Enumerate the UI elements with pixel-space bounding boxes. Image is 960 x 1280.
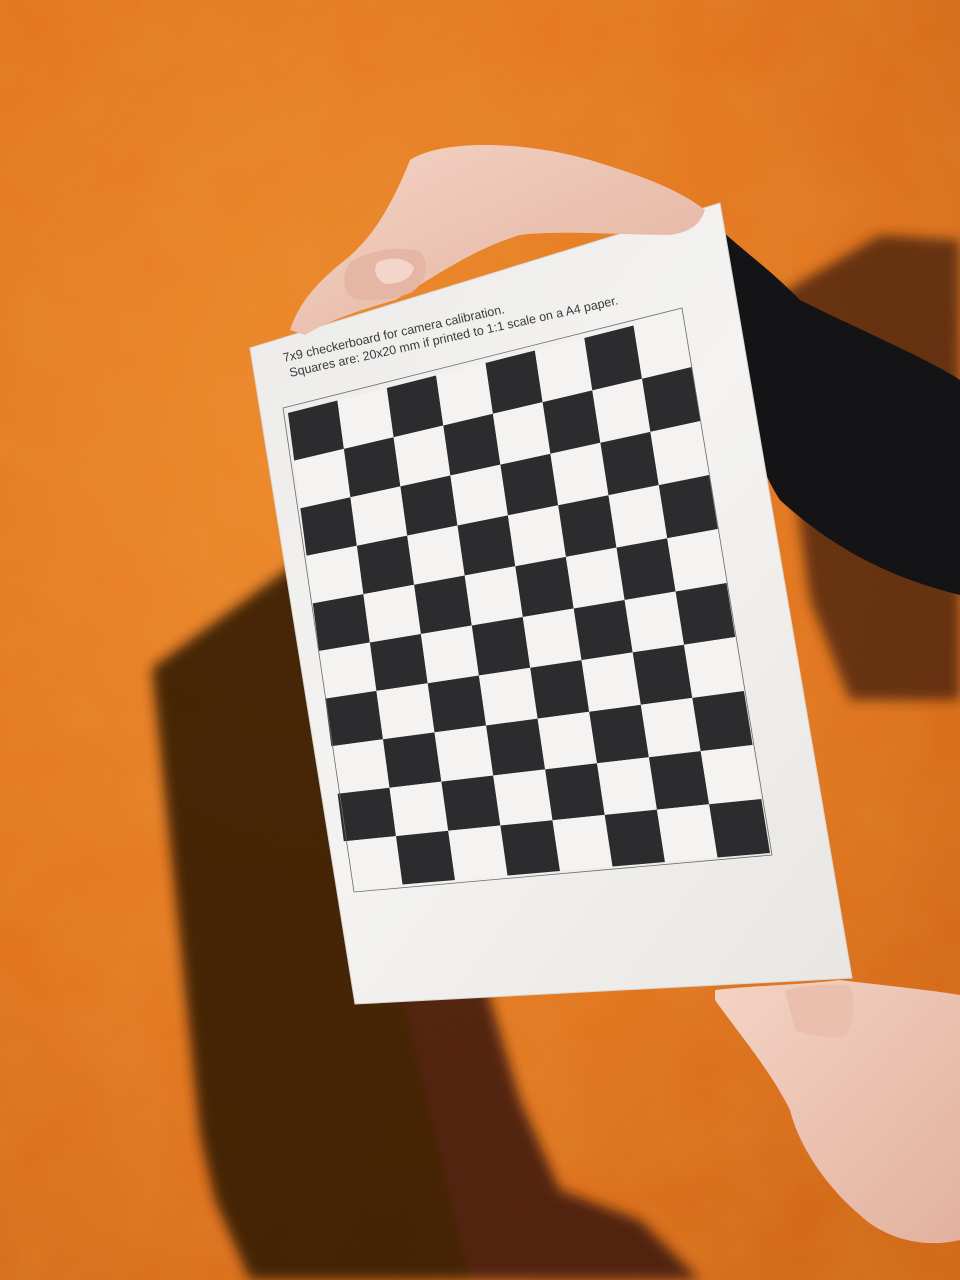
dark-square xyxy=(515,556,574,617)
lower-hand-fingers xyxy=(785,984,854,1038)
dark-square xyxy=(545,763,605,821)
dark-square xyxy=(383,732,442,788)
light-square xyxy=(363,584,421,643)
dark-square xyxy=(500,453,559,516)
dark-square xyxy=(369,634,428,691)
dark-square xyxy=(530,660,590,719)
dark-square xyxy=(396,830,455,885)
light-square xyxy=(624,591,684,653)
light-square xyxy=(552,814,613,871)
light-square xyxy=(434,725,494,782)
light-square xyxy=(448,825,508,880)
dark-square xyxy=(573,600,633,661)
light-square xyxy=(522,608,582,668)
dark-square xyxy=(414,575,472,634)
dark-square xyxy=(486,718,546,776)
light-square xyxy=(608,485,668,548)
light-square xyxy=(565,547,625,609)
dark-square xyxy=(589,704,649,764)
dark-square xyxy=(709,799,770,858)
light-square xyxy=(450,464,508,526)
light-square xyxy=(464,566,523,626)
light-square xyxy=(684,637,744,698)
dark-square xyxy=(692,691,753,752)
light-square xyxy=(493,769,553,826)
light-square xyxy=(656,804,718,862)
dark-square xyxy=(356,535,415,595)
dark-square xyxy=(648,751,710,810)
light-square xyxy=(537,711,597,770)
dark-square xyxy=(457,515,516,576)
light-square xyxy=(319,642,377,699)
dark-square xyxy=(658,475,718,539)
light-square xyxy=(597,757,657,815)
light-square xyxy=(420,625,479,684)
dark-square xyxy=(427,675,487,733)
light-square xyxy=(331,739,390,794)
dark-square xyxy=(632,644,693,705)
light-square xyxy=(700,745,762,805)
dark-square xyxy=(337,787,396,842)
light-square xyxy=(650,421,710,486)
light-square xyxy=(581,652,641,712)
light-square xyxy=(507,505,566,567)
light-square xyxy=(667,529,727,592)
dark-square xyxy=(312,594,370,651)
light-square xyxy=(407,525,465,585)
light-square xyxy=(478,667,538,726)
dark-square xyxy=(500,820,560,876)
dark-square xyxy=(471,617,531,676)
dark-square xyxy=(325,690,383,747)
dark-square xyxy=(600,431,659,496)
light-square xyxy=(640,697,701,758)
photo-canvas: 7x9 checkerboard for camera calibration.… xyxy=(0,0,960,1280)
light-square xyxy=(389,781,449,837)
dark-square xyxy=(642,367,701,432)
light-square xyxy=(550,442,609,506)
dark-square xyxy=(675,583,736,645)
dark-square xyxy=(558,495,617,557)
light-square xyxy=(306,545,364,604)
dark-square xyxy=(616,538,676,600)
dark-square xyxy=(441,775,501,831)
photo-scene: 7x9 checkerboard for camera calibration.… xyxy=(0,0,960,1280)
light-square xyxy=(376,683,435,740)
dark-square xyxy=(604,809,665,867)
